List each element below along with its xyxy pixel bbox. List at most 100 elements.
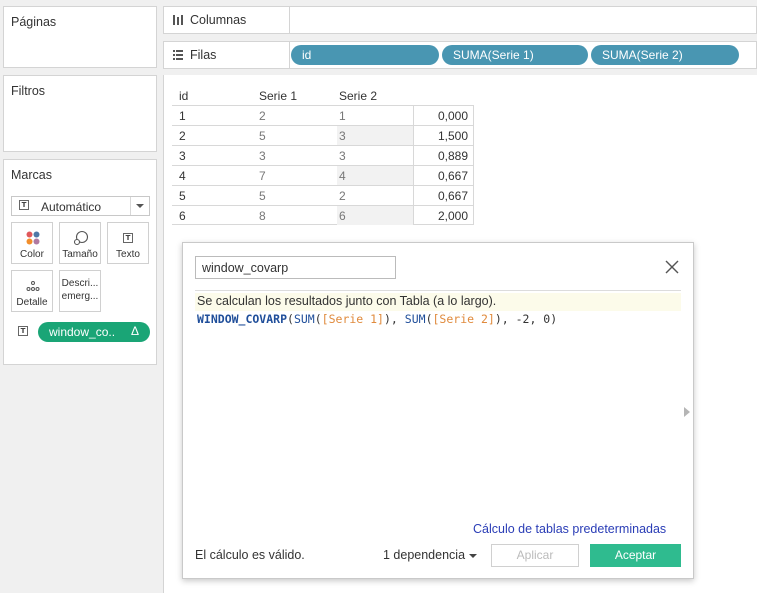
- cell-serie2: 3: [339, 129, 346, 143]
- cell-serie1: 3: [259, 149, 266, 163]
- cell-serie1: 8: [259, 209, 266, 223]
- rows-shelf-label: Filas: [164, 42, 290, 68]
- table-row[interactable]: 5 5 2 0,667: [172, 185, 474, 205]
- dependency-dropdown[interactable]: 1 dependencia: [383, 548, 478, 562]
- color-icon: [26, 231, 40, 245]
- table-row[interactable]: 2 5 3 1,500: [172, 125, 474, 145]
- text-shelf-icon: T: [18, 326, 28, 336]
- formula-paren: (: [287, 312, 294, 326]
- tooltip-label-line2: emerg...: [61, 291, 99, 302]
- table-row[interactable]: 3 3 3 0,889: [172, 145, 474, 165]
- compute-info: Se calculan los resultados junto con Tab…: [195, 293, 681, 311]
- size-icon: [73, 230, 89, 246]
- expand-arrow-icon[interactable]: [684, 407, 690, 417]
- text-button[interactable]: T Texto: [107, 222, 149, 264]
- rows-label: Filas: [190, 48, 217, 62]
- table-row[interactable]: 6 8 6 2,000: [172, 205, 474, 225]
- color-button[interactable]: Color: [11, 222, 53, 264]
- size-label: Tamaño: [62, 249, 98, 260]
- close-icon[interactable]: [664, 259, 680, 275]
- color-label: Color: [20, 249, 44, 260]
- rows-pill-serie1-label: SUMA(Serie 1): [453, 48, 534, 62]
- formula-sum: SUM: [293, 312, 315, 326]
- cell-window-covarp: 0,667: [413, 166, 474, 185]
- delta-icon: Δ: [130, 324, 139, 338]
- formula-paren: ),: [383, 312, 398, 326]
- columns-shelf[interactable]: Columnas: [163, 6, 757, 34]
- rows-pill-id[interactable]: id: [291, 45, 439, 65]
- marks-title: Marcas: [11, 168, 52, 182]
- cell-id: 4: [179, 169, 186, 183]
- row-shade: [337, 166, 413, 185]
- cell-id: 2: [179, 129, 186, 143]
- rows-pill-serie1[interactable]: SUMA(Serie 1): [442, 45, 588, 65]
- size-button[interactable]: Tamaño: [59, 222, 101, 264]
- caret-down-icon: [469, 553, 478, 558]
- table-row[interactable]: 1 2 1 0,000: [172, 105, 474, 125]
- cell-window-covarp: 0,000: [413, 106, 474, 125]
- cell-id: 3: [179, 149, 186, 163]
- formula-paren: (: [425, 312, 433, 326]
- mark-type-dropdown[interactable]: T Automático: [11, 196, 150, 216]
- formula-paren: ),: [494, 312, 509, 326]
- rows-pill-serie2-label: SUMA(Serie 2): [602, 48, 683, 62]
- row-shade: [337, 206, 413, 225]
- text-icon: T: [123, 233, 133, 243]
- rows-pill-id-label: id: [302, 48, 312, 62]
- cell-serie2: 3: [339, 149, 346, 163]
- formula-space: [398, 312, 405, 326]
- detail-icon: [26, 281, 40, 291]
- pages-card[interactable]: Páginas: [3, 6, 157, 68]
- cell-serie1: 5: [259, 189, 266, 203]
- left-panel: Páginas Filtros Marcas T Automático Colo…: [0, 0, 160, 593]
- chevron-down-icon[interactable]: [130, 197, 149, 215]
- marks-card: Marcas T Automático Color Tamaño T Texto…: [3, 159, 157, 365]
- detail-label: Detalle: [16, 297, 48, 308]
- cell-window-covarp: 2,000: [413, 206, 474, 225]
- accept-button[interactable]: Aceptar: [590, 544, 681, 567]
- header-serie1: Serie 1: [259, 89, 298, 103]
- validation-message: El cálculo es válido.: [195, 548, 305, 562]
- row-shade: [337, 126, 413, 145]
- header-id: id: [179, 89, 189, 103]
- cell-window-covarp: 0,667: [413, 186, 474, 205]
- default-table-calc-link[interactable]: Cálculo de tablas predeterminadas: [473, 522, 666, 536]
- mark-field-pill[interactable]: window_co.. Δ: [38, 322, 150, 342]
- table-row[interactable]: 4 7 4 0,667: [172, 165, 474, 185]
- header-serie2: Serie 2: [339, 89, 378, 103]
- formula-field: [Serie 2]: [432, 312, 495, 326]
- columns-label: Columnas: [190, 13, 247, 27]
- columns-shelf-label: Columnas: [164, 7, 290, 33]
- cell-serie2: 2: [339, 189, 346, 203]
- calculation-editor-dialog: window_covarp Se calculan los resultados…: [182, 242, 694, 579]
- cell-serie2: 4: [339, 169, 346, 183]
- apply-button[interactable]: Aplicar: [491, 544, 579, 567]
- cell-serie2: 1: [339, 109, 346, 123]
- cell-id: 6: [179, 209, 186, 223]
- filters-title: Filtros: [11, 84, 46, 98]
- cell-window-covarp: 0,889: [413, 146, 474, 165]
- cell-serie1: 5: [259, 129, 266, 143]
- formula-field: [Serie 1]: [321, 312, 384, 326]
- cell-serie2: 6: [339, 209, 346, 223]
- formula-paren: (: [314, 312, 322, 326]
- formula-function: WINDOW_COVARP: [197, 312, 288, 326]
- formula-args: -2, 0): [508, 312, 558, 326]
- dependency-label: 1 dependencia: [383, 548, 466, 562]
- formula-editor[interactable]: WINDOW_COVARP(SUM([Serie 1]), SUM([Serie…: [197, 312, 557, 326]
- formula-sum: SUM: [404, 312, 426, 326]
- detail-button[interactable]: Detalle: [11, 270, 53, 312]
- cell-serie1: 2: [259, 109, 266, 123]
- text-label: Texto: [116, 249, 140, 260]
- calc-name-input[interactable]: window_covarp: [195, 256, 396, 279]
- rows-shelf[interactable]: Filas id SUMA(Serie 1) SUMA(Serie 2): [163, 41, 757, 69]
- filters-card[interactable]: Filtros: [3, 75, 157, 152]
- cell-serie1: 7: [259, 169, 266, 183]
- tooltip-button[interactable]: Descri... emerg...: [59, 270, 101, 312]
- columns-icon: [173, 15, 183, 25]
- cell-window-covarp: 1,500: [413, 126, 474, 145]
- text-mark-icon: T: [19, 200, 29, 210]
- tooltip-label-line1: Descri...: [61, 278, 99, 289]
- rows-icon: [173, 50, 183, 60]
- rows-pill-serie2[interactable]: SUMA(Serie 2): [591, 45, 739, 65]
